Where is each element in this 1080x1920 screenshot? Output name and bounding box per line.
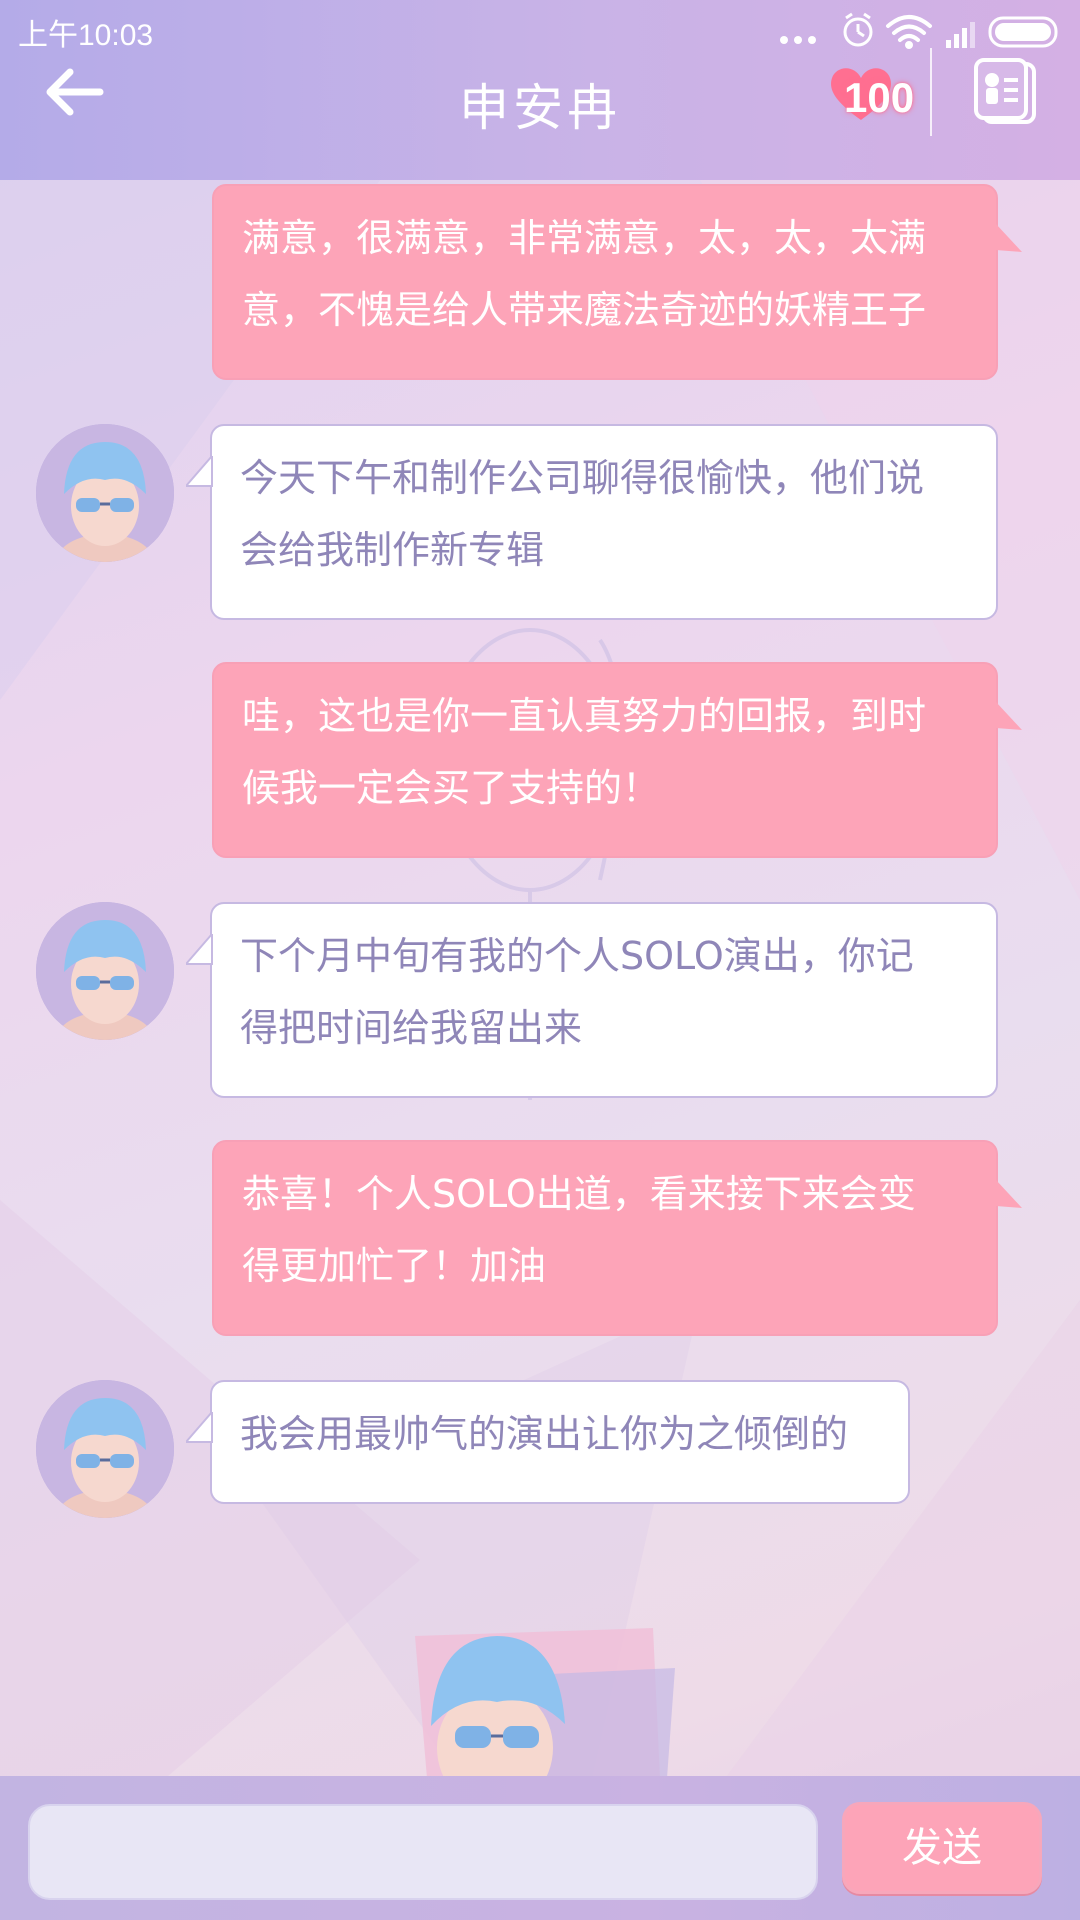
dots-icon: [780, 36, 816, 44]
message-line: 得更加忙了！加油: [242, 1244, 547, 1288]
header-divider: [930, 48, 932, 136]
message-bubble[interactable]: 我会用最帅气的演出让你为之倾倒的: [210, 1380, 910, 1504]
message-line: 哇，这也是你一直认真努力的回报，到时: [242, 694, 927, 738]
message-bubble[interactable]: 今天下午和制作公司聊得很愉快，他们说 会给我制作新专辑: [210, 424, 998, 620]
profile-card-button[interactable]: [972, 58, 1040, 128]
message-input[interactable]: [28, 1804, 818, 1900]
send-button[interactable]: 发送: [842, 1802, 1042, 1894]
character-figure-image: [415, 1628, 675, 1778]
message-line: 我会用最帅气的演出让你为之倾倒的: [240, 1412, 849, 1456]
signal-icon: [946, 22, 975, 48]
bubble-tail: [996, 1180, 1022, 1208]
bubble-tail: [996, 702, 1022, 730]
bubble-tail: [186, 456, 213, 487]
wifi-icon: [886, 15, 932, 49]
character-avatar-image: [36, 1380, 174, 1518]
message-input-bar: 发送: [0, 1776, 1080, 1920]
message-line: 得把时间给我留出来: [240, 1006, 583, 1050]
bubble-tail: [186, 1412, 213, 1443]
message-bubble[interactable]: 恭喜！个人SOLO出道，看来接下来会变 得更加忙了！加油: [212, 1140, 998, 1336]
message-line: 满意，很满意，非常满意，太，太，太满: [242, 216, 927, 260]
message-line: 今天下午和制作公司聊得很愉快，他们说: [240, 456, 925, 500]
message-bubble[interactable]: 下个月中旬有我的个人SOLO演出，你记 得把时间给我留出来: [210, 902, 998, 1098]
battery-icon: [988, 16, 1058, 48]
message-line: 会给我制作新专辑: [240, 528, 545, 572]
bubble-tail: [186, 934, 213, 965]
message-bubble[interactable]: 哇，这也是你一直认真努力的回报，到时 候我一定会买了支持的！: [212, 662, 998, 858]
character-avatar-image: [36, 424, 174, 562]
contact-card-icon: [974, 58, 1036, 124]
bubble-tail: [996, 224, 1022, 252]
avatar[interactable]: [36, 424, 174, 562]
message-line: 候我一定会买了支持的！: [242, 766, 661, 810]
message-bubble[interactable]: 满意，很满意，非常满意，太，太，太满 意，不愧是给人带来魔法奇迹的妖精王子: [212, 184, 998, 380]
status-time: 上午10:03: [18, 19, 154, 52]
avatar[interactable]: [36, 902, 174, 1040]
character-avatar-image: [36, 902, 174, 1040]
alarm-icon: [843, 12, 873, 47]
message-line: 恭喜！个人SOLO出道，看来接下来会变: [242, 1172, 916, 1216]
affection-value: 100: [844, 74, 915, 121]
affection-counter[interactable]: 100: [826, 62, 926, 132]
status-icons: [780, 12, 1058, 49]
character-illustration[interactable]: [405, 1628, 675, 1778]
message-line: 下个月中旬有我的个人SOLO演出，你记: [240, 934, 914, 978]
message-line: 意，不愧是给人带来魔法奇迹的妖精王子: [242, 288, 927, 332]
avatar[interactable]: [36, 1380, 174, 1518]
status-bar: 上午10:03: [0, 0, 1080, 60]
